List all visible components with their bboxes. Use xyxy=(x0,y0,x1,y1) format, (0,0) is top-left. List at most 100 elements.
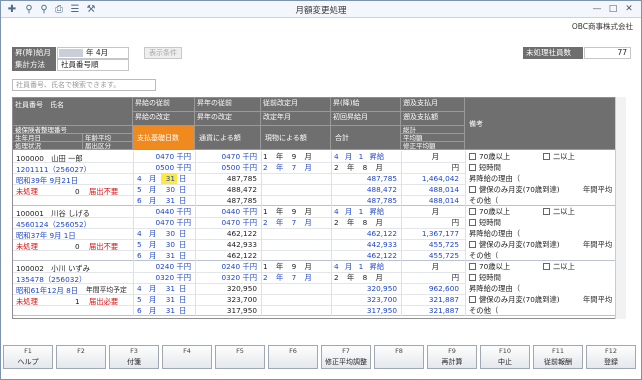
checkbox[interactable] xyxy=(543,263,550,270)
cash-amount[interactable]: 487,785 xyxy=(195,173,259,184)
fkey-code: F1 xyxy=(24,347,32,355)
fkey-f7[interactable]: F7 修正平均調整 xyxy=(321,345,371,369)
checkbox[interactable] xyxy=(469,296,476,303)
employee-id-name[interactable]: 100000 山田 一郎 xyxy=(16,153,131,164)
pay-days[interactable]: 30 xyxy=(161,228,177,239)
cash-amount[interactable]: 462,122 xyxy=(195,250,259,261)
goods-amount[interactable] xyxy=(261,195,329,206)
fkey-f10[interactable]: F10 中止 xyxy=(480,345,530,369)
fkey-f9[interactable]: F9 再計算 xyxy=(427,345,477,369)
retro-amount[interactable]: 円 xyxy=(401,162,461,173)
checkbox[interactable] xyxy=(469,219,476,226)
checkbox[interactable] xyxy=(469,208,476,215)
fkey-f11[interactable]: F11 従前報酬 xyxy=(533,345,583,369)
month-number: 5 xyxy=(137,240,142,249)
age-average: 年間平均予定 xyxy=(86,286,127,294)
close-icon[interactable]: ✕ xyxy=(623,3,635,15)
retro-amount[interactable]: 円 xyxy=(401,272,461,283)
header-retro-pay: 遡及支払月 xyxy=(401,98,465,112)
pay-days[interactable]: 30 xyxy=(161,239,177,250)
vertical-scrollbar[interactable] xyxy=(615,97,626,319)
goods-amount[interactable] xyxy=(261,294,329,305)
retro-month[interactable]: 月 xyxy=(401,206,441,217)
month-number: 5 xyxy=(137,295,142,304)
fkey-f8[interactable]: F8 xyxy=(374,345,424,369)
pay-days[interactable]: 31 xyxy=(161,173,177,184)
employee-id-name[interactable]: 100002 小川 いずみ xyxy=(16,263,131,274)
std-before[interactable]: 0440 千円 xyxy=(195,206,259,217)
new-revision: 2 年 7 月 xyxy=(263,218,312,227)
header-avg: 平均額 xyxy=(401,134,465,142)
fkey-f6[interactable]: F6 xyxy=(268,345,318,369)
pay-days[interactable]: 31 xyxy=(161,283,177,294)
cash-amount[interactable]: 442,933 xyxy=(195,239,259,250)
pay-after[interactable]: 0470 千円 xyxy=(133,217,193,228)
retro-amount[interactable]: 円 xyxy=(401,217,461,228)
goods-amount[interactable] xyxy=(261,239,329,250)
month-suffix: 月 xyxy=(149,251,157,260)
display-condition-button[interactable]: 表示条件 xyxy=(144,47,182,59)
std-after[interactable]: 0320 千円 xyxy=(195,272,259,283)
cash-amount[interactable]: 488,472 xyxy=(195,184,259,195)
retro-month[interactable]: 月 xyxy=(401,261,441,272)
checkbox[interactable] xyxy=(469,186,476,193)
total-amount: 321,887 xyxy=(428,306,459,315)
minimize-icon[interactable]: — xyxy=(591,3,603,15)
checkbox[interactable] xyxy=(543,208,550,215)
fkey-f3[interactable]: F3 付箋 xyxy=(109,345,159,369)
goods-amount[interactable] xyxy=(261,228,329,239)
pay-after[interactable]: 0320 千円 xyxy=(133,272,193,283)
total-amount: 455,725 xyxy=(428,251,459,260)
fkey-f4[interactable]: F4 xyxy=(162,345,212,369)
goods-amount[interactable] xyxy=(261,283,329,294)
pay-before[interactable]: 0470 千円 xyxy=(133,151,193,162)
pay-days[interactable]: 31 xyxy=(161,195,177,206)
pay-before[interactable]: 0240 千円 xyxy=(133,261,193,272)
cash-amount[interactable]: 323,700 xyxy=(195,294,259,305)
maximize-icon[interactable]: □ xyxy=(607,3,619,15)
method-field[interactable]: 社員番号順 xyxy=(57,59,129,71)
fkey-f2[interactable]: F2 xyxy=(56,345,106,369)
checkbox[interactable] xyxy=(469,263,476,270)
goods-amount[interactable] xyxy=(261,305,329,316)
std-before[interactable]: 0240 千円 xyxy=(195,261,259,272)
checkbox[interactable] xyxy=(469,164,476,171)
checkbox[interactable] xyxy=(469,241,476,248)
search-input[interactable]: 社員番号、氏名で検索できます。 xyxy=(12,79,156,91)
insured-number: 1201111（256027） xyxy=(16,165,91,174)
pay-days[interactable]: 31 xyxy=(161,250,177,261)
pay-days[interactable]: 31 xyxy=(161,305,177,316)
checkbox[interactable] xyxy=(469,274,476,281)
pay-before[interactable]: 0440 千円 xyxy=(133,206,193,217)
header-pay-days: 支払基礎日数 xyxy=(133,126,195,150)
checkbox[interactable] xyxy=(543,153,550,160)
goods-amount[interactable] xyxy=(261,173,329,184)
cash-amount[interactable]: 320,950 xyxy=(195,283,259,294)
raise-month[interactable]: 4 月 1 昇給 xyxy=(334,206,400,217)
checkbox[interactable] xyxy=(469,153,476,160)
pay-days[interactable]: 31 xyxy=(161,294,177,305)
employee-id-name[interactable]: 100001 川谷 しげる xyxy=(16,208,131,219)
pay-days[interactable]: 30 xyxy=(161,184,177,195)
goods-amount[interactable] xyxy=(261,250,329,261)
cash-amount[interactable]: 462,122 xyxy=(195,228,259,239)
pay-after[interactable]: 0500 千円 xyxy=(133,162,193,173)
total-amount: 488,014 xyxy=(428,196,459,205)
day-suffix: 日 xyxy=(179,240,187,249)
fkey-f12[interactable]: F12 登録 xyxy=(586,345,636,369)
cash-amount[interactable]: 487,785 xyxy=(195,195,259,206)
note-label: その他（ xyxy=(469,251,499,260)
fkey-f5[interactable]: F5 xyxy=(215,345,265,369)
raise-month[interactable]: 4 月 1 昇給 xyxy=(334,261,400,272)
day-suffix: 日 xyxy=(179,251,187,260)
goods-amount[interactable] xyxy=(261,184,329,195)
status-number: 1 xyxy=(75,297,80,306)
raise-month[interactable]: 4 月 1 昇給 xyxy=(334,151,400,162)
std-after[interactable]: 0500 千円 xyxy=(195,162,259,173)
std-before[interactable]: 0470 千円 xyxy=(195,151,259,162)
retro-month[interactable]: 月 xyxy=(401,151,441,162)
fkey-f1[interactable]: F1 ヘルプ xyxy=(3,345,53,369)
cash-amount[interactable]: 317,950 xyxy=(195,305,259,316)
header-std-before: 昇年の従前 xyxy=(195,98,261,112)
std-after[interactable]: 0470 千円 xyxy=(195,217,259,228)
